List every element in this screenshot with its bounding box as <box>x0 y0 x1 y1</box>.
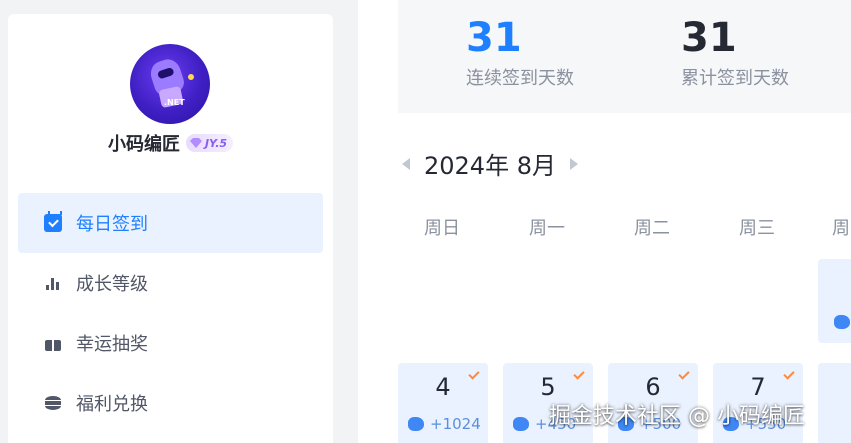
avatar-text: .NET <box>164 98 185 107</box>
month-navigator: 2024年 8月 <box>402 146 578 181</box>
weekday-header: 周三 <box>739 218 775 239</box>
weekday-header: 周 <box>832 218 850 239</box>
checkin-stats: 31 连续签到天数 31 累计签到天数 <box>398 0 851 113</box>
weekday-header: 周二 <box>634 218 670 239</box>
consecutive-days-stat: 31 连续签到天数 <box>466 14 574 90</box>
gem-icon <box>189 138 202 148</box>
ore-icon <box>408 417 424 431</box>
bar-chart-icon <box>44 274 62 292</box>
user-info: 小码编匠 JY.5 <box>8 130 333 156</box>
avatar[interactable]: .NET <box>130 44 210 124</box>
sidebar-item-label: 每日签到 <box>76 214 148 235</box>
weekday-header: 周日 <box>424 218 460 239</box>
gift-icon <box>44 334 62 352</box>
ore-icon <box>834 315 850 329</box>
watermark: 掘金技术社区 @ 小码编匠 <box>549 404 805 429</box>
sidebar-item-label: 幸运抽奖 <box>76 334 148 355</box>
calendar-day-cell[interactable]: 4 +1024 <box>398 363 488 443</box>
sidebar-item-growth-level[interactable]: 成长等级 <box>18 253 323 313</box>
sidebar-item-label: 成长等级 <box>76 274 148 295</box>
level-badge-label: JY.5 <box>204 136 228 150</box>
sidebar-item-rewards-exchange[interactable]: 福利兑换 <box>18 373 323 433</box>
month-label: 2024年 8月 <box>424 152 556 180</box>
sidebar-item-daily-checkin[interactable]: 每日签到 <box>18 193 323 253</box>
consecutive-days-label: 连续签到天数 <box>466 68 574 89</box>
ore-icon <box>513 417 529 431</box>
total-days-label: 累计签到天数 <box>681 68 789 89</box>
sidebar-item-label: 福利兑换 <box>76 394 148 415</box>
calendar-check-icon <box>44 211 62 232</box>
next-month-icon[interactable] <box>569 157 578 170</box>
username[interactable]: 小码编匠 <box>108 130 180 156</box>
sidebar: .NET 小码编匠 JY.5 每日签到 成长等级 幸运抽奖 福利兑换 <box>8 14 333 443</box>
level-badge[interactable]: JY.5 <box>185 134 234 152</box>
calendar-day-cell[interactable] <box>818 259 851 343</box>
total-days-value: 31 <box>681 15 737 61</box>
coin-stack-icon <box>44 394 62 412</box>
calendar-day-cell[interactable] <box>818 363 851 443</box>
total-days-stat: 31 累计签到天数 <box>681 14 789 90</box>
consecutive-days-value: 31 <box>466 15 522 61</box>
sidebar-item-lucky-draw[interactable]: 幸运抽奖 <box>18 313 323 373</box>
weekday-header: 周一 <box>529 218 565 239</box>
prev-month-icon[interactable] <box>402 157 410 170</box>
main-panel: 31 连续签到天数 31 累计签到天数 2024年 8月 周日 周一 周二 周三… <box>358 0 851 443</box>
day-points: +1024 <box>430 415 481 433</box>
sidebar-menu: 每日签到 成长等级 幸运抽奖 福利兑换 <box>18 193 323 433</box>
